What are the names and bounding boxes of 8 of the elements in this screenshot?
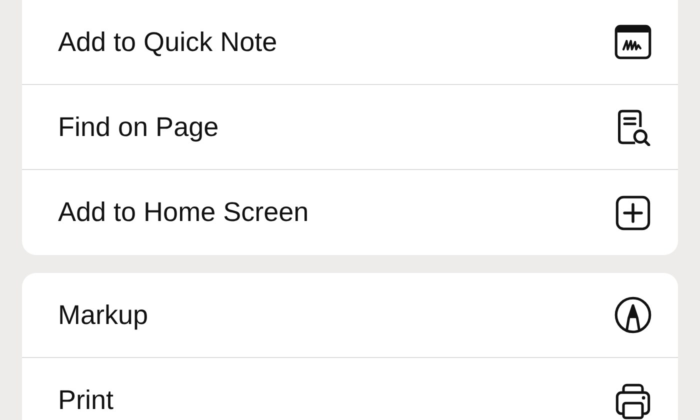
menu-item[interactable]: Print [22,358,678,420]
pen-circle-icon [614,296,652,334]
quick-note-icon [614,23,652,61]
menu-item[interactable]: Add to Quick Note [22,0,678,85]
menu-item[interactable]: Add to Home Screen [22,170,678,255]
menu-item[interactable]: Find on Page [22,85,678,170]
menu-item[interactable]: Markup [22,273,678,358]
add-square-icon [614,194,652,232]
